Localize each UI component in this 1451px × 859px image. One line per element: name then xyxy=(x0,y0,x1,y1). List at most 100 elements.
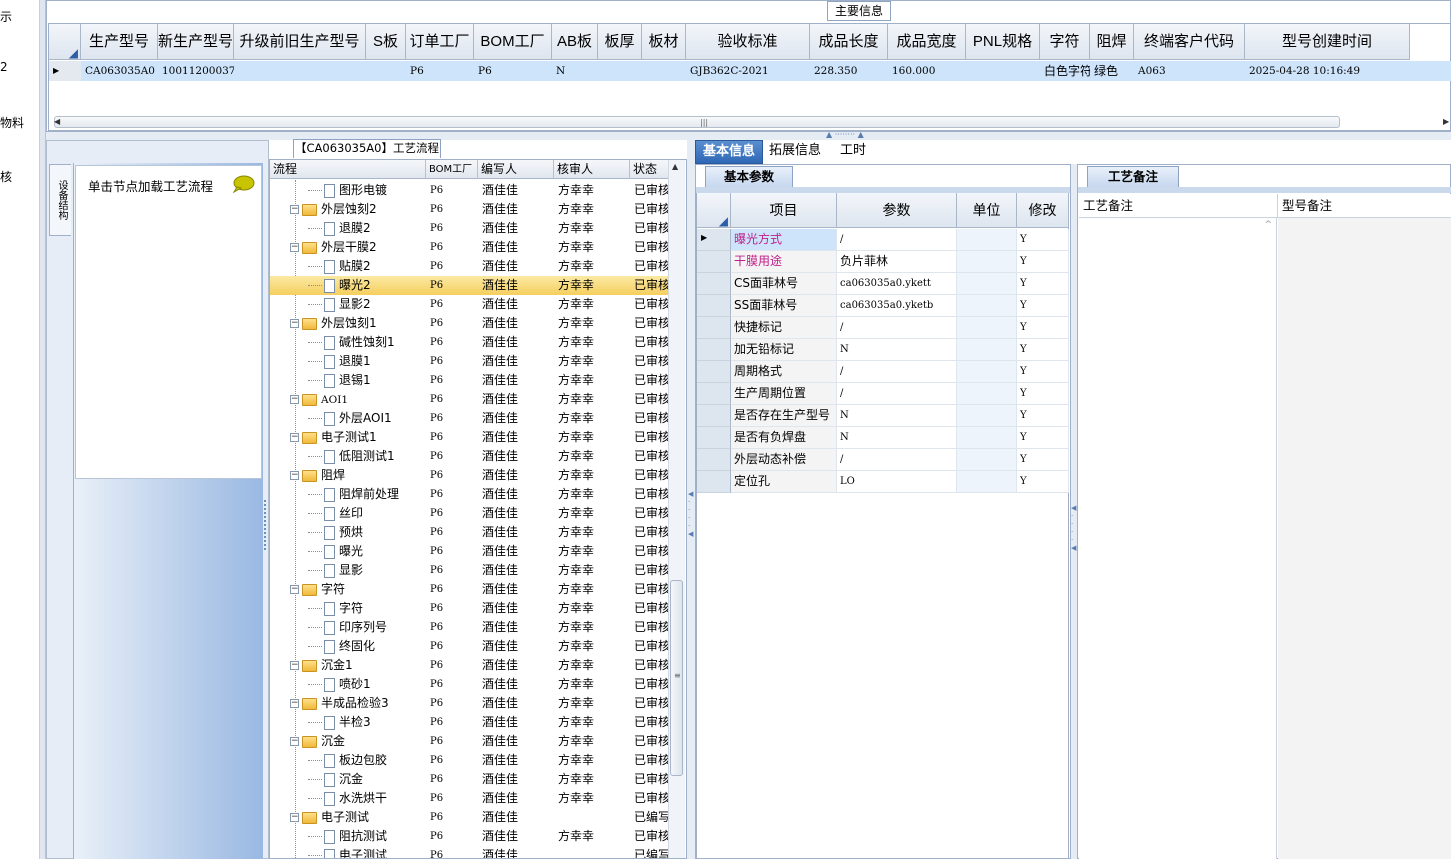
flow-tree-row[interactable]: 退锡1 P6 酒佳佳 方幸幸 已审核 xyxy=(270,371,670,390)
flow-node[interactable]: 喷砂1 xyxy=(308,675,371,694)
flow-tree-row[interactable]: 板边包胶 P6 酒佳佳 方幸幸 已审核 xyxy=(270,751,670,770)
main-grid-cell[interactable]: P6 xyxy=(406,61,474,81)
collapse-icon[interactable]: − xyxy=(290,737,299,746)
flow-col-header[interactable]: 编写人 xyxy=(478,160,554,179)
flow-node[interactable]: − 沉金 xyxy=(290,732,345,751)
basic-col-header[interactable]: 参数 xyxy=(837,193,957,228)
flow-tree-row[interactable]: − 沉金1 P6 酒佳佳 方幸幸 已审核 xyxy=(270,656,670,675)
main-grid-cell[interactable]: 白色字符 xyxy=(1040,61,1090,81)
main-grid-col-header[interactable]: BOM工厂 xyxy=(474,24,552,60)
flow-node[interactable]: 退膜2 xyxy=(308,219,371,238)
flow-node[interactable]: − 外层干膜2 xyxy=(290,238,377,257)
collapse-icon[interactable]: − xyxy=(290,205,299,214)
flow-col-header[interactable]: 核审人 xyxy=(554,160,630,179)
collapse-icon[interactable]: − xyxy=(290,813,299,822)
flow-tree-row[interactable]: − 半成品检验3 P6 酒佳佳 方幸幸 已审核 xyxy=(270,694,670,713)
main-grid-cell[interactable] xyxy=(642,61,686,81)
basic-param-cell[interactable]: N xyxy=(837,405,957,427)
main-grid-col-header[interactable]: 板厚 xyxy=(598,24,642,60)
flow-node[interactable]: 沉金 xyxy=(308,770,363,789)
main-grid-cell[interactable]: CA063035A0 xyxy=(81,61,158,81)
flow-tree-row[interactable]: 碱性蚀刻1 P6 酒佳佳 方幸幸 已审核 xyxy=(270,333,670,352)
remark-tab[interactable]: 工艺备注 xyxy=(1087,166,1179,188)
flow-node[interactable]: − 沉金1 xyxy=(290,656,353,675)
collapse-icon[interactable]: − xyxy=(290,585,299,594)
collapse-icon[interactable]: − xyxy=(290,319,299,328)
main-grid-cell[interactable] xyxy=(366,61,406,81)
row-indicator[interactable] xyxy=(697,361,731,383)
flow-tree-row[interactable]: − 外层干膜2 P6 酒佳佳 方幸幸 已审核 xyxy=(270,238,670,257)
flow-tree-row[interactable]: 丝印 P6 酒佳佳 方幸幸 已审核 xyxy=(270,504,670,523)
flow-node[interactable]: 曝光 xyxy=(308,542,363,561)
main-grid-col-header[interactable]: 板材 xyxy=(642,24,686,60)
collapse-icon[interactable]: − xyxy=(290,243,299,252)
main-grid-col-header[interactable]: 升级前旧生产型号 xyxy=(234,24,366,60)
flow-tree-row[interactable]: 贴膜2 P6 酒佳佳 方幸幸 已审核 xyxy=(270,257,670,276)
flow-tree-row[interactable]: − 电子测试 P6 酒佳佳 已编写 xyxy=(270,808,670,827)
scroll-right-icon[interactable]: ▶ xyxy=(1443,117,1449,126)
flow-tree-row[interactable]: 曝光2 P6 酒佳佳 方幸幸 已审核 xyxy=(270,276,670,295)
collapse-icon[interactable]: − xyxy=(290,471,299,480)
basic-param-cell[interactable]: / xyxy=(837,317,957,339)
collapse-icon[interactable]: − xyxy=(290,395,299,404)
flow-tree-row[interactable]: 退膜2 P6 酒佳佳 方幸幸 已审核 xyxy=(270,219,670,238)
splitter-arrow-icon[interactable]: ◀ · · · · ◀ xyxy=(1071,504,1076,552)
scroll-up-icon[interactable]: ▲ xyxy=(672,162,678,171)
main-grid-cell[interactable] xyxy=(598,61,642,81)
flow-node[interactable]: 半检3 xyxy=(308,713,371,732)
flow-node[interactable]: 贴膜2 xyxy=(308,257,371,276)
main-grid-cell[interactable]: N xyxy=(552,61,598,81)
flow-tree-row[interactable]: 低阻测试1 P6 酒佳佳 方幸幸 已审核 xyxy=(270,447,670,466)
flow-tree-row[interactable]: 显影 P6 酒佳佳 方幸幸 已审核 xyxy=(270,561,670,580)
basic-param-cell[interactable]: ca063035a0.ykett xyxy=(837,273,957,295)
flow-tree-row[interactable]: 终固化 P6 酒佳佳 方幸幸 已审核 xyxy=(270,637,670,656)
main-grid-col-header[interactable]: 终端客户代码 xyxy=(1134,24,1245,60)
flow-node[interactable]: 显影 xyxy=(308,561,363,580)
main-grid-col-header[interactable]: 订单工厂 xyxy=(406,24,474,60)
flow-tree-row[interactable]: 字符 P6 酒佳佳 方幸幸 已审核 xyxy=(270,599,670,618)
flow-tree-row[interactable]: 电子测试 P6 酒佳佳 已编写 xyxy=(270,846,670,858)
flow-node[interactable]: 字符 xyxy=(308,599,363,618)
flow-tree-grid[interactable]: 流程 BOM工厂 编写人 核审人 状态 图形电镀 P6 酒佳佳 方幸幸 已审核 − 外层蚀刻2 P6 酒… xyxy=(269,159,687,859)
flow-node[interactable]: 显影2 xyxy=(308,295,371,314)
main-grid-cell[interactable]: 228.350 xyxy=(810,61,888,81)
grid-corner[interactable]: ◢ xyxy=(49,24,81,60)
main-grid-col-header[interactable]: 成品长度 xyxy=(810,24,888,60)
flow-tree-row[interactable]: − 外层蚀刻1 P6 酒佳佳 方幸幸 已审核 xyxy=(270,314,670,333)
flow-tree-row[interactable]: − AOI1 P6 酒佳佳 方幸幸 已审核 xyxy=(270,390,670,409)
basic-col-header[interactable]: 单位 xyxy=(957,193,1017,228)
flow-tree-row[interactable]: 阻焊前处理 P6 酒佳佳 方幸幸 已审核 xyxy=(270,485,670,504)
collapse-icon[interactable]: − xyxy=(290,433,299,442)
splitter-up-icon[interactable]: ▲ ········ ▲ xyxy=(826,130,864,139)
left-nav-item[interactable]: 核 xyxy=(0,168,12,185)
flow-node[interactable]: 碱性蚀刻1 xyxy=(308,333,395,352)
row-indicator[interactable] xyxy=(697,273,731,295)
main-grid-col-header[interactable]: 生产型号 xyxy=(81,24,158,60)
flow-node[interactable]: − 电子测试 xyxy=(290,808,369,827)
flow-node[interactable]: 曝光2 xyxy=(308,276,371,295)
main-grid-cell[interactable]: 2025-04-28 10:16:49 xyxy=(1245,61,1410,81)
main-grid-col-header[interactable]: 字符 xyxy=(1040,24,1090,60)
left-nav-item[interactable]: 示 xyxy=(0,8,12,25)
horizontal-splitter[interactable]: ▲ ········ ▲ xyxy=(46,130,1451,140)
flow-node[interactable]: 印序列号 xyxy=(308,618,387,637)
main-grid-cell[interactable] xyxy=(966,61,1040,81)
main-grid-col-header[interactable]: 成品宽度 xyxy=(888,24,966,60)
device-structure-tree[interactable] xyxy=(75,165,262,479)
flow-node[interactable]: 水洗烘干 xyxy=(308,789,387,808)
flow-node[interactable]: − 阻焊 xyxy=(290,466,345,485)
main-grid-cell[interactable]: P6 xyxy=(474,61,552,81)
flow-tree-row[interactable]: 阻抗测试 P6 酒佳佳 方幸幸 已审核 xyxy=(270,827,670,846)
row-indicator[interactable] xyxy=(697,251,731,273)
flow-node[interactable]: 退锡1 xyxy=(308,371,371,390)
flow-tree-row[interactable]: − 外层蚀刻2 P6 酒佳佳 方幸幸 已审核 xyxy=(270,200,670,219)
basic-param-cell[interactable]: 负片菲林 xyxy=(837,251,957,273)
main-grid-col-header[interactable]: 型号创建时间 xyxy=(1245,24,1410,60)
flow-node[interactable]: − 半成品检验3 xyxy=(290,694,389,713)
flow-node[interactable]: 电子测试 xyxy=(308,846,387,858)
flow-tree-row[interactable]: 喷砂1 P6 酒佳佳 方幸幸 已审核 xyxy=(270,675,670,694)
flow-tree-row[interactable]: 图形电镀 P6 酒佳佳 方幸幸 已审核 xyxy=(270,181,670,200)
main-grid-cell[interactable]: GJB362C-2021 xyxy=(686,61,810,81)
left-nav-item[interactable]: 2 xyxy=(0,60,8,74)
main-grid-col-header[interactable]: 新生产型号 xyxy=(158,24,234,60)
